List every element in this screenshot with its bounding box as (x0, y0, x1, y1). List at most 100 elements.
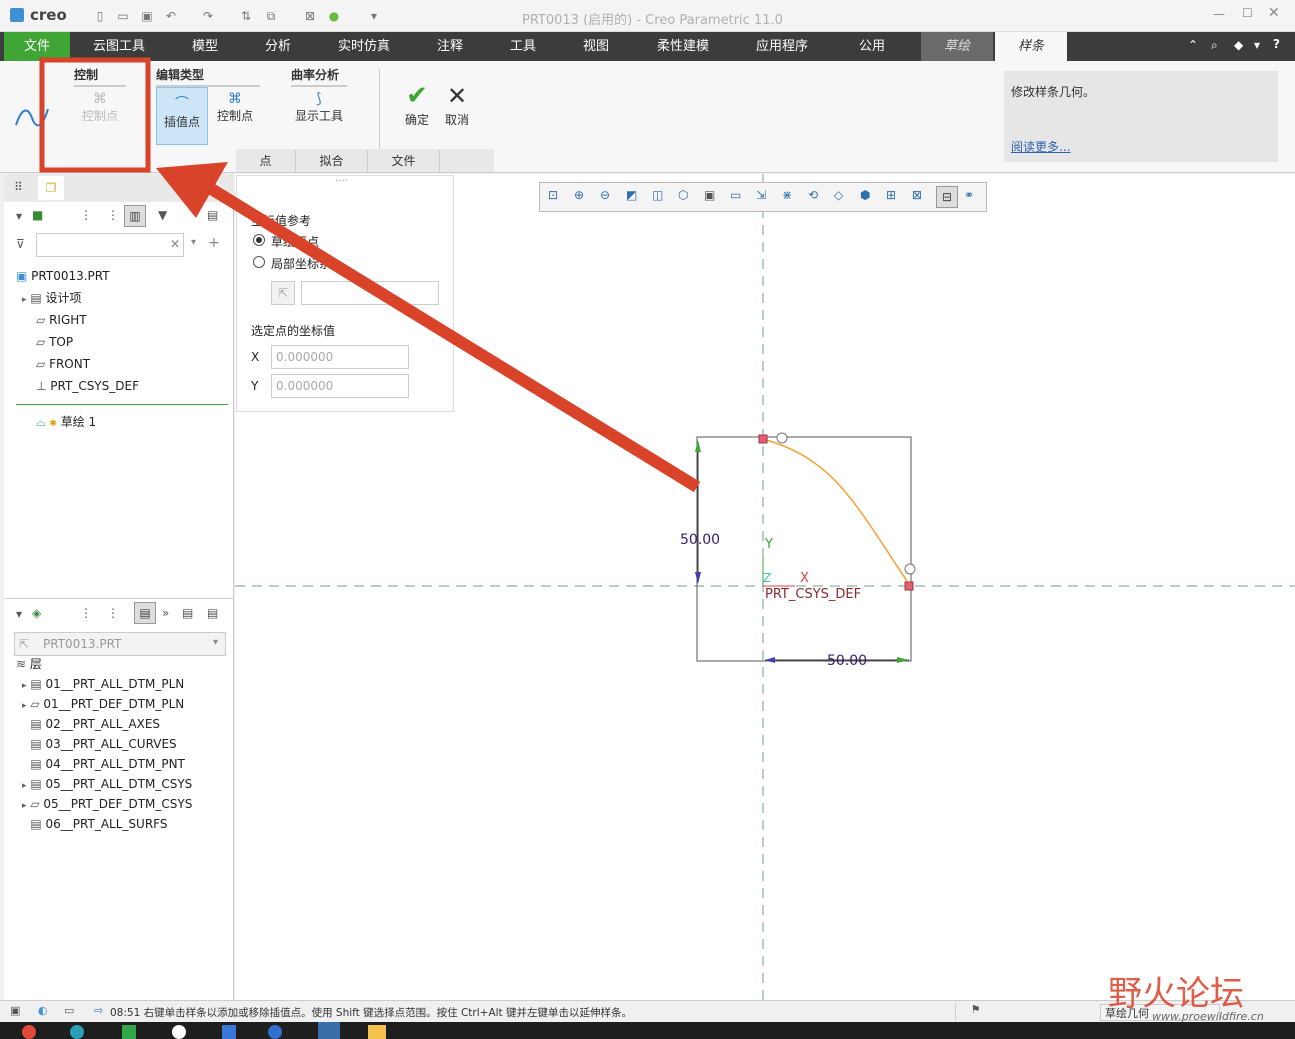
tangent-handle[interactable] (776, 432, 788, 444)
layer-item[interactable]: ▸ ▤ 01__PRT_ALL_DTM_PLN (22, 674, 184, 694)
creo-taskbar-icon[interactable] (318, 1022, 340, 1039)
dimension-display-icon[interactable]: ⊞ (886, 188, 896, 202)
layer-properties-icon[interactable]: ▤ (134, 602, 156, 624)
repaint-icon[interactable]: ◩ (626, 188, 637, 202)
control-point-button[interactable]: ⌘ 控制点 (210, 91, 260, 124)
zoom-out-icon[interactable]: ⊖ (600, 188, 610, 202)
subtab-fit[interactable]: 拟合 (296, 150, 368, 172)
more-icon[interactable]: » (162, 606, 169, 620)
view-manager-icon[interactable]: ▣ (704, 188, 715, 202)
tab-model[interactable]: 模型 (180, 32, 230, 61)
filter-icon[interactable]: ⊽ (16, 237, 25, 251)
x-coord-field[interactable]: 0.000000 (271, 345, 409, 369)
layer-expand-icon[interactable]: ⋮ (107, 606, 119, 620)
sketch-view-icon[interactable]: ◇ (834, 188, 843, 202)
expand-icon[interactable]: ⋮ (107, 208, 119, 222)
edge-icon[interactable] (70, 1025, 84, 1039)
minimize-ribbon-icon[interactable]: ⌃ (1188, 38, 1198, 52)
tree-item-sketch[interactable]: ⌓ ✱ 草绘 1 (36, 412, 96, 432)
display-tools-button[interactable]: ⟆ 显示工具 (290, 91, 348, 124)
tree-search-input[interactable] (36, 233, 184, 257)
sketcher-display-icon[interactable]: ⬢ (860, 188, 870, 202)
tab-flexible-modeling[interactable]: 柔性建模 (646, 32, 720, 61)
cancel-button[interactable]: ✕ 取消 (437, 81, 477, 128)
find-icon[interactable]: ⚑ (955, 1003, 995, 1021)
appearance-icon[interactable]: ● (326, 9, 342, 23)
display-style-icon[interactable]: ◫ (652, 188, 663, 202)
regenerate-icon[interactable]: ⇅ (238, 9, 254, 23)
app-icon[interactable] (268, 1025, 282, 1039)
navigator-toggle-icon[interactable]: ▣ (10, 1004, 20, 1017)
subtab-file[interactable]: 文件 (368, 150, 440, 172)
app-icon[interactable] (122, 1025, 136, 1039)
tree-item-design-items[interactable]: ▸ ▤ 设计项 (22, 288, 82, 308)
subtab-points[interactable]: 点 (236, 150, 296, 172)
tangent-handle[interactable] (904, 563, 916, 575)
columns-icon[interactable]: ▥ (124, 205, 146, 227)
tree-item-csys[interactable]: ⊥ PRT_CSYS_DEF (36, 376, 139, 396)
clear-search-icon[interactable]: ✕ (170, 237, 180, 251)
fullscreen-icon[interactable]: ▭ (64, 1004, 74, 1017)
layer-tab-icon[interactable]: ❐ (38, 176, 64, 200)
open-file-icon[interactable]: ▭ (115, 9, 131, 23)
help-icon[interactable]: ? (1273, 37, 1280, 51)
layer-tools-icon[interactable]: ▤ (207, 606, 218, 620)
close-window-icon[interactable]: ⊠ (302, 9, 318, 23)
radio-local-csys[interactable] (253, 256, 265, 268)
close-button[interactable]: ✕ (1268, 5, 1280, 21)
learning-icon[interactable]: ◆ (1234, 38, 1243, 52)
tab-analysis[interactable]: 分析 (253, 32, 303, 61)
layer-item[interactable]: ▸ ▤ 05__PRT_ALL_DTM_CSYS (22, 774, 192, 794)
tab-file[interactable]: 文件 (4, 32, 70, 61)
control-point-disabled-button[interactable]: ⌘ 控制点 (74, 91, 126, 124)
tree-item-top[interactable]: ▱ TOP (36, 332, 73, 352)
layer-root[interactable]: ≋ 层 (16, 654, 42, 674)
windows-icon[interactable]: ⧉ (263, 9, 279, 23)
search-icon[interactable]: ⌕ (1211, 38, 1218, 53)
interpolation-point-button[interactable]: ⌒ 插值点 (156, 87, 208, 145)
tree-item-front[interactable]: ▱ FRONT (36, 354, 90, 374)
read-more-link[interactable]: 阅读更多... (1011, 138, 1070, 155)
annotation-display-icon[interactable]: ⇲ (756, 188, 766, 202)
app-icon[interactable] (172, 1025, 186, 1039)
tab-view[interactable]: 视图 (571, 32, 621, 61)
minimize-button[interactable]: — (1213, 7, 1225, 21)
folder-icon[interactable] (368, 1025, 386, 1039)
zoom-in-icon[interactable]: ⊕ (574, 188, 584, 202)
tree-item-right[interactable]: ▱ RIGHT (36, 310, 87, 330)
layer-item[interactable]: ▸ ▤ 02__PRT_ALL_AXES (22, 714, 160, 734)
grid-display-icon[interactable]: ⊟ (936, 186, 958, 208)
drag-handle-icon[interactable]: ···· (335, 176, 348, 187)
spin-center-icon[interactable]: ⟲ (808, 188, 818, 202)
tab-live-simulation[interactable]: 实时仿真 (329, 32, 399, 61)
tab-applications[interactable]: 应用程序 (745, 32, 819, 61)
tree-root[interactable]: ▣ PRT0013.PRT (16, 266, 110, 286)
tab-spline[interactable]: 样条 (995, 32, 1067, 61)
maximize-button[interactable]: ☐ (1242, 6, 1253, 20)
spline-endpoint[interactable] (758, 434, 768, 444)
undo-icon[interactable]: ↶ (163, 9, 179, 23)
y-coord-field[interactable]: 0.000000 (271, 374, 409, 398)
local-csys-field[interactable] (301, 281, 439, 305)
layer-filter-icon[interactable]: ⋮ (80, 606, 92, 620)
spline-endpoint[interactable] (904, 581, 914, 591)
tab-common[interactable]: 公用 (847, 32, 897, 61)
datum-display-icon[interactable]: ⋇ (782, 188, 792, 202)
chrome-icon[interactable] (22, 1025, 36, 1039)
layer-item[interactable]: ▸ ▤ 03__PRT_ALL_CURVES (22, 734, 177, 754)
settings-icon[interactable]: ▤ (207, 208, 218, 222)
app-icon[interactable] (222, 1025, 236, 1039)
refit-icon[interactable]: ⊡ (548, 188, 558, 202)
browser-toggle-icon[interactable]: ◐ (38, 1004, 48, 1017)
tab-annotate[interactable]: 注释 (425, 32, 475, 61)
ok-button[interactable]: ✔ 确定 (397, 81, 437, 128)
layer-item[interactable]: ▸ ▤ 06__PRT_ALL_SURFS (22, 814, 167, 834)
customize-qat-icon[interactable]: ▾ (366, 9, 382, 23)
show-icon[interactable]: ▼ (158, 208, 167, 222)
search-dropdown-icon[interactable]: ▾ (191, 237, 196, 248)
dimension-vertical[interactable]: 50.00 (680, 532, 720, 548)
radio-sketch-origin[interactable] (253, 234, 265, 246)
dimension-horizontal[interactable]: 50.00 (827, 653, 867, 669)
select-csys-icon[interactable]: ⇱ (271, 281, 295, 305)
spline-curve[interactable] (762, 438, 910, 585)
